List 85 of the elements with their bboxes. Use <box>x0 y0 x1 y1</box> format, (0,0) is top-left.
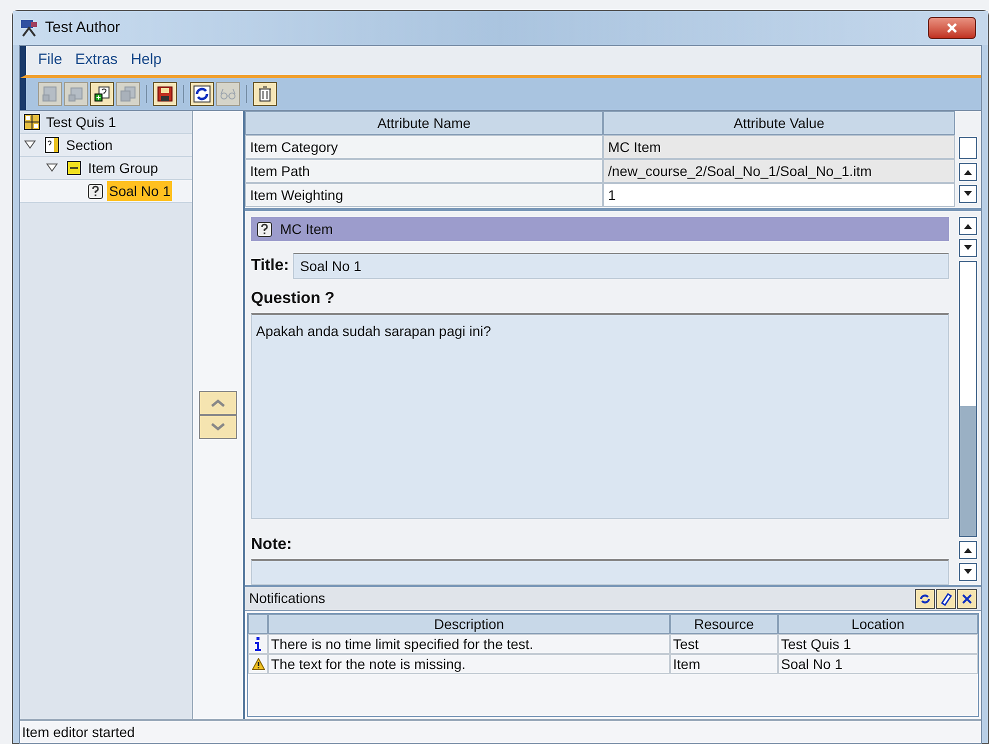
item-header-label: MC Item <box>280 220 333 238</box>
close-icon <box>946 22 958 34</box>
trash-icon <box>256 85 274 103</box>
copy-icon <box>119 85 137 103</box>
toolbar-button[interactable] <box>153 82 177 106</box>
refresh-button[interactable] <box>915 588 935 608</box>
down-arrow-icon <box>963 191 973 197</box>
toolbar-button[interactable] <box>90 82 114 106</box>
column-header: Attribute Value <box>603 111 955 135</box>
tree-item[interactable]: Section <box>20 134 192 157</box>
table-cell: There is no time limit specified for the test. <box>268 634 670 654</box>
tree-item[interactable]: Soal No 1 <box>20 180 192 203</box>
table-cell: /new_course_2/Soal_No_1/Soal_No_1.itm <box>603 159 955 183</box>
toolbar-button[interactable] <box>253 82 277 106</box>
up-arrow-icon <box>963 547 973 553</box>
note-field[interactable] <box>251 559 949 585</box>
chevron-down-icon <box>211 423 225 431</box>
tree-label: Item Group <box>87 159 160 178</box>
table-cell: Test Quis 1 <box>778 634 978 654</box>
question-label: Question ? <box>251 289 336 309</box>
up-arrow-icon <box>963 169 973 175</box>
down-arrow-icon <box>963 245 973 251</box>
table-cell: Soal No 1 <box>778 654 978 674</box>
table-cell: Item Weighting <box>245 183 603 207</box>
scroll-up-button[interactable] <box>959 217 977 235</box>
title-field[interactable]: Soal No 1 <box>292 253 949 279</box>
up-arrow-icon <box>963 223 973 229</box>
toolbar-button[interactable] <box>190 82 214 106</box>
close-icon <box>961 592 973 604</box>
status-bar: Item editor started <box>20 719 981 743</box>
table-cell: Test <box>670 634 778 654</box>
table-cell: MC Item <box>603 135 955 159</box>
window-title: Test Author <box>45 18 120 38</box>
warning-icon <box>252 658 264 670</box>
question-mark-icon <box>257 222 272 236</box>
scroll-up-button[interactable] <box>959 541 977 559</box>
table-cell[interactable]: 1 <box>603 183 955 207</box>
question-mark-icon <box>88 184 103 198</box>
table-cell: The text for the note is missing. <box>268 654 670 674</box>
expanded-triangle-icon[interactable] <box>46 163 58 173</box>
minus-box-icon <box>66 160 82 176</box>
column-header: Resource <box>670 614 778 634</box>
scroll-down-button[interactable] <box>959 563 977 581</box>
expanded-triangle-icon[interactable] <box>24 140 36 150</box>
column-header: Location <box>778 614 978 634</box>
scrollbar-thumb[interactable] <box>960 406 976 536</box>
table-cell: Item Category <box>245 135 603 159</box>
app-icon <box>19 18 39 38</box>
note-label: Note: <box>251 535 293 555</box>
close-button[interactable] <box>928 17 976 39</box>
edit-button[interactable] <box>936 588 956 608</box>
refresh-icon <box>918 592 932 606</box>
add-section-icon <box>41 85 59 103</box>
add-item-icon <box>93 85 111 103</box>
notifications-title: Notifications <box>249 589 326 608</box>
tree-item[interactable]: Item Group <box>20 157 192 180</box>
title-label: Title: <box>251 256 289 276</box>
menu-item[interactable]: Extras <box>75 49 118 72</box>
question-field[interactable]: Apakah anda sudah sarapan pagi ini? <box>251 313 949 519</box>
add-group-icon <box>67 85 85 103</box>
tree-label: Test Quis 1 <box>45 113 118 132</box>
menu-item[interactable]: Help <box>130 49 162 72</box>
tree-label: Section <box>65 136 114 155</box>
menu-item[interactable]: File <box>38 49 62 72</box>
move-up-button[interactable] <box>199 391 237 415</box>
table-cell: Item <box>670 654 778 674</box>
refresh-icon <box>193 85 211 103</box>
info-icon <box>254 637 262 651</box>
scrollbar-thumb[interactable] <box>959 137 977 159</box>
column-header: Description <box>268 614 670 634</box>
chevron-up-icon <box>211 399 225 407</box>
grid-icon <box>24 114 40 130</box>
section-icon <box>44 137 60 153</box>
column-header <box>248 614 268 634</box>
scroll-up-button[interactable] <box>959 163 977 181</box>
table-cell: Item Path <box>245 159 603 183</box>
close-button[interactable] <box>957 588 977 608</box>
scroll-down-button[interactable] <box>959 239 977 257</box>
scroll-down-button[interactable] <box>959 185 977 203</box>
column-header: Attribute Name <box>245 111 603 135</box>
eraser-icon <box>939 592 953 606</box>
tree-label: Soal No 1 <box>107 181 172 201</box>
down-arrow-icon <box>963 569 973 575</box>
tree-item[interactable]: Test Quis 1 <box>20 111 192 134</box>
move-down-button[interactable] <box>199 415 237 439</box>
